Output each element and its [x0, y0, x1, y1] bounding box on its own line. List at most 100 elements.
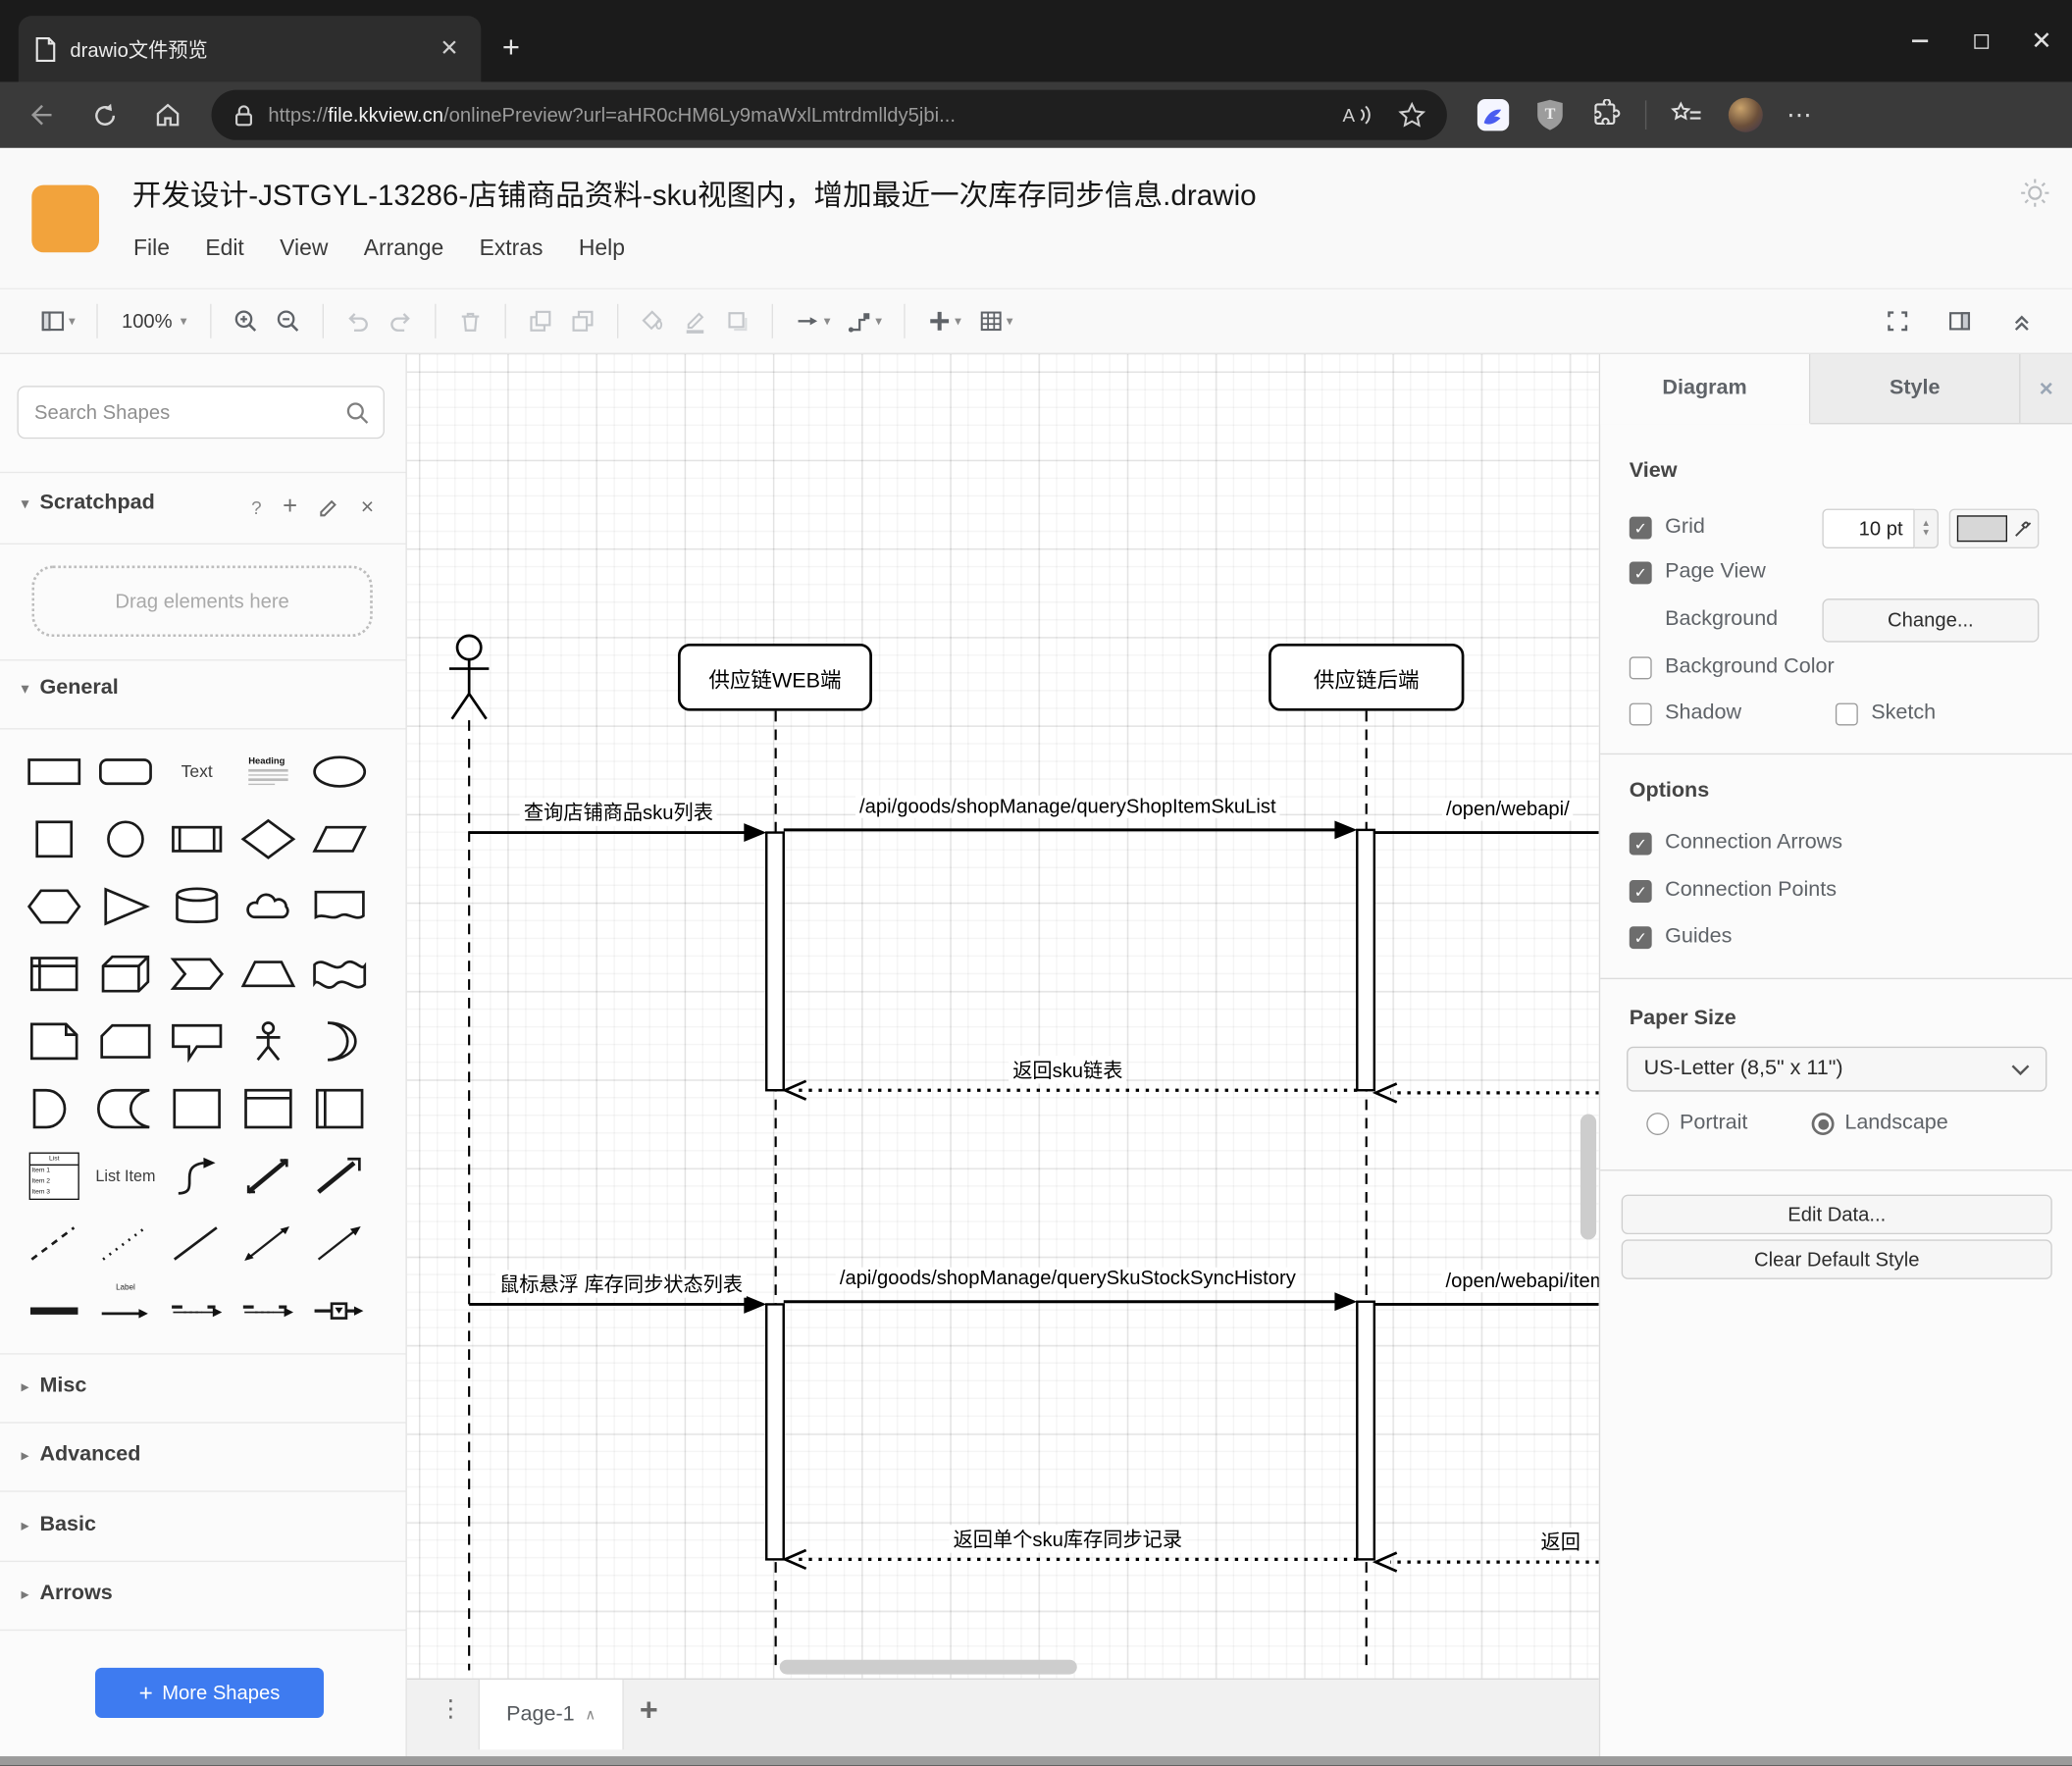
change-background-button[interactable]: Change...	[1822, 598, 2040, 643]
kkview-extension-icon[interactable]	[1476, 98, 1511, 132]
new-tab-icon[interactable]: +	[502, 31, 520, 62]
shape-text[interactable]: Text	[161, 738, 233, 805]
shape-container[interactable]	[161, 1074, 233, 1142]
shape-line[interactable]	[161, 1209, 233, 1276]
undo-icon[interactable]	[345, 308, 372, 335]
favorite-star-icon[interactable]	[1398, 101, 1426, 129]
fill-color-icon[interactable]	[641, 308, 667, 335]
home-icon[interactable]	[145, 92, 190, 137]
zoom-level-dropdown[interactable]: 100% ▾	[122, 310, 187, 333]
shape-and[interactable]	[19, 1074, 90, 1142]
shape-container-title[interactable]	[233, 1074, 304, 1142]
shape-trapezoid[interactable]	[233, 940, 304, 1008]
line-color-icon[interactable]	[683, 308, 709, 335]
shape-dotted-line[interactable]	[90, 1209, 162, 1276]
scratchpad-help-icon[interactable]: ?	[251, 496, 262, 518]
read-aloud-icon[interactable]: A	[1342, 102, 1376, 129]
lifeline-box-web[interactable]: 供应链WEB端	[677, 643, 872, 711]
message-label[interactable]: /open/webapi/item	[1441, 1270, 1599, 1293]
shape-process[interactable]	[161, 805, 233, 872]
shape-card[interactable]	[90, 1007, 162, 1074]
menu-edit[interactable]: Edit	[205, 235, 243, 262]
shape-data-storage[interactable]	[90, 1074, 162, 1142]
to-front-icon[interactable]	[528, 308, 554, 335]
landscape-radio[interactable]	[1811, 1113, 1835, 1136]
guides-checkbox[interactable]	[1629, 926, 1652, 950]
shape-square[interactable]	[19, 805, 90, 872]
redo-icon[interactable]	[388, 308, 414, 335]
message-label[interactable]: /api/goods/shopManage/queryShopItemSkuLi…	[855, 795, 1280, 818]
shape-rounded-rect[interactable]	[90, 738, 162, 805]
fullscreen-icon[interactable]	[1885, 308, 1911, 335]
message-label[interactable]: 返回sku链表	[1009, 1056, 1127, 1084]
shape-tape[interactable]	[304, 940, 376, 1008]
shape-cloud[interactable]	[233, 872, 304, 940]
section-basic[interactable]: ▸ Basic	[22, 1513, 96, 1536]
shadow-checkbox[interactable]	[1629, 702, 1652, 726]
shape-cylinder[interactable]	[161, 872, 233, 940]
tab-style[interactable]: Style	[1810, 353, 2021, 424]
section-general[interactable]: ▾ General	[22, 677, 119, 701]
message-label[interactable]: 查询店铺商品sku列表	[519, 798, 717, 826]
shape-bidirectional-thin-arrow[interactable]	[233, 1209, 304, 1276]
message-label[interactable]: 返回	[1536, 1528, 1585, 1556]
close-icon[interactable]: ✕	[434, 33, 465, 65]
shape-list-item[interactable]: List Item	[90, 1142, 162, 1210]
grid-color-button[interactable]	[1948, 508, 2040, 548]
shape-triangle[interactable]	[90, 872, 162, 940]
message-label[interactable]: /api/goods/shopManage/querySkuStockSyncH…	[835, 1267, 1300, 1290]
shape-curve[interactable]	[161, 1142, 233, 1210]
message-label[interactable]: /open/webapi/	[1441, 798, 1574, 821]
portrait-radio[interactable]	[1646, 1113, 1670, 1136]
shape-document[interactable]	[304, 872, 376, 940]
profile-avatar[interactable]	[1728, 97, 1763, 132]
format-panel-icon[interactable]	[1946, 308, 1973, 335]
shape-actor[interactable]	[233, 1007, 304, 1074]
more-menu-icon[interactable]: ⋯	[1787, 100, 1813, 130]
shape-callout[interactable]	[161, 1007, 233, 1074]
vertical-scrollbar[interactable]	[1580, 1114, 1597, 1240]
shape-or[interactable]	[304, 1007, 376, 1074]
edit-data-button[interactable]: Edit Data...	[1621, 1194, 2052, 1235]
page-tab[interactable]: Page-1 ∧	[478, 1679, 624, 1750]
connection-arrows-checkbox[interactable]	[1629, 832, 1652, 856]
scratchpad-close-icon[interactable]: ×	[361, 494, 374, 521]
menu-file[interactable]: File	[133, 235, 170, 262]
menu-help[interactable]: Help	[579, 235, 625, 262]
close-panel-icon[interactable]: ×	[2020, 354, 2072, 423]
shape-cube[interactable]	[90, 940, 162, 1008]
table-icon[interactable]: ▾	[977, 308, 1013, 335]
zoom-in-icon[interactable]	[233, 308, 260, 335]
search-input[interactable]	[31, 399, 345, 426]
background-color-checkbox[interactable]	[1629, 656, 1652, 680]
back-icon[interactable]	[19, 92, 64, 137]
shape-ellipse[interactable]	[304, 738, 376, 805]
address-bar[interactable]: https://file.kkview.cn/onlinePreview?url…	[211, 89, 1447, 140]
more-shapes-button[interactable]: + More Shapes	[94, 1667, 325, 1719]
horizontal-scrollbar[interactable]	[779, 1659, 1077, 1675]
shape-rect[interactable]	[19, 738, 90, 805]
shape-step[interactable]	[161, 940, 233, 1008]
menu-view[interactable]: View	[280, 235, 328, 262]
delete-icon[interactable]	[458, 308, 485, 335]
page-view-icon[interactable]: ▾	[39, 308, 76, 335]
maximize-icon[interactable]	[1950, 11, 2011, 72]
shape-diamond[interactable]	[233, 805, 304, 872]
shadow-icon[interactable]	[725, 308, 751, 335]
lifeline-box-backend[interactable]: 供应链后端	[1269, 643, 1465, 711]
tampermonkey-extension-icon[interactable]: T	[1534, 98, 1566, 132]
menu-extras[interactable]: Extras	[480, 235, 544, 262]
waypoints-icon[interactable]: ▾	[847, 308, 882, 335]
message-label[interactable]: 返回单个sku库存同步记录	[949, 1525, 1187, 1553]
menu-arrange[interactable]: Arrange	[364, 235, 443, 262]
connection-points-checkbox[interactable]	[1629, 880, 1652, 903]
paper-size-select[interactable]: US-Letter (8,5" x 11")	[1627, 1046, 2047, 1092]
shape-vertical-container[interactable]	[304, 1074, 376, 1142]
close-window-icon[interactable]: ✕	[2011, 11, 2072, 72]
grid-size-input[interactable]: 10 pt	[1822, 508, 1915, 548]
tab-diagram[interactable]: Diagram	[1600, 353, 1811, 425]
minimize-icon[interactable]	[1890, 11, 1950, 72]
to-back-icon[interactable]	[570, 308, 596, 335]
shape-labeled-arrow[interactable]	[233, 1276, 304, 1344]
browser-tab[interactable]: drawio文件预览 ✕	[18, 16, 482, 82]
